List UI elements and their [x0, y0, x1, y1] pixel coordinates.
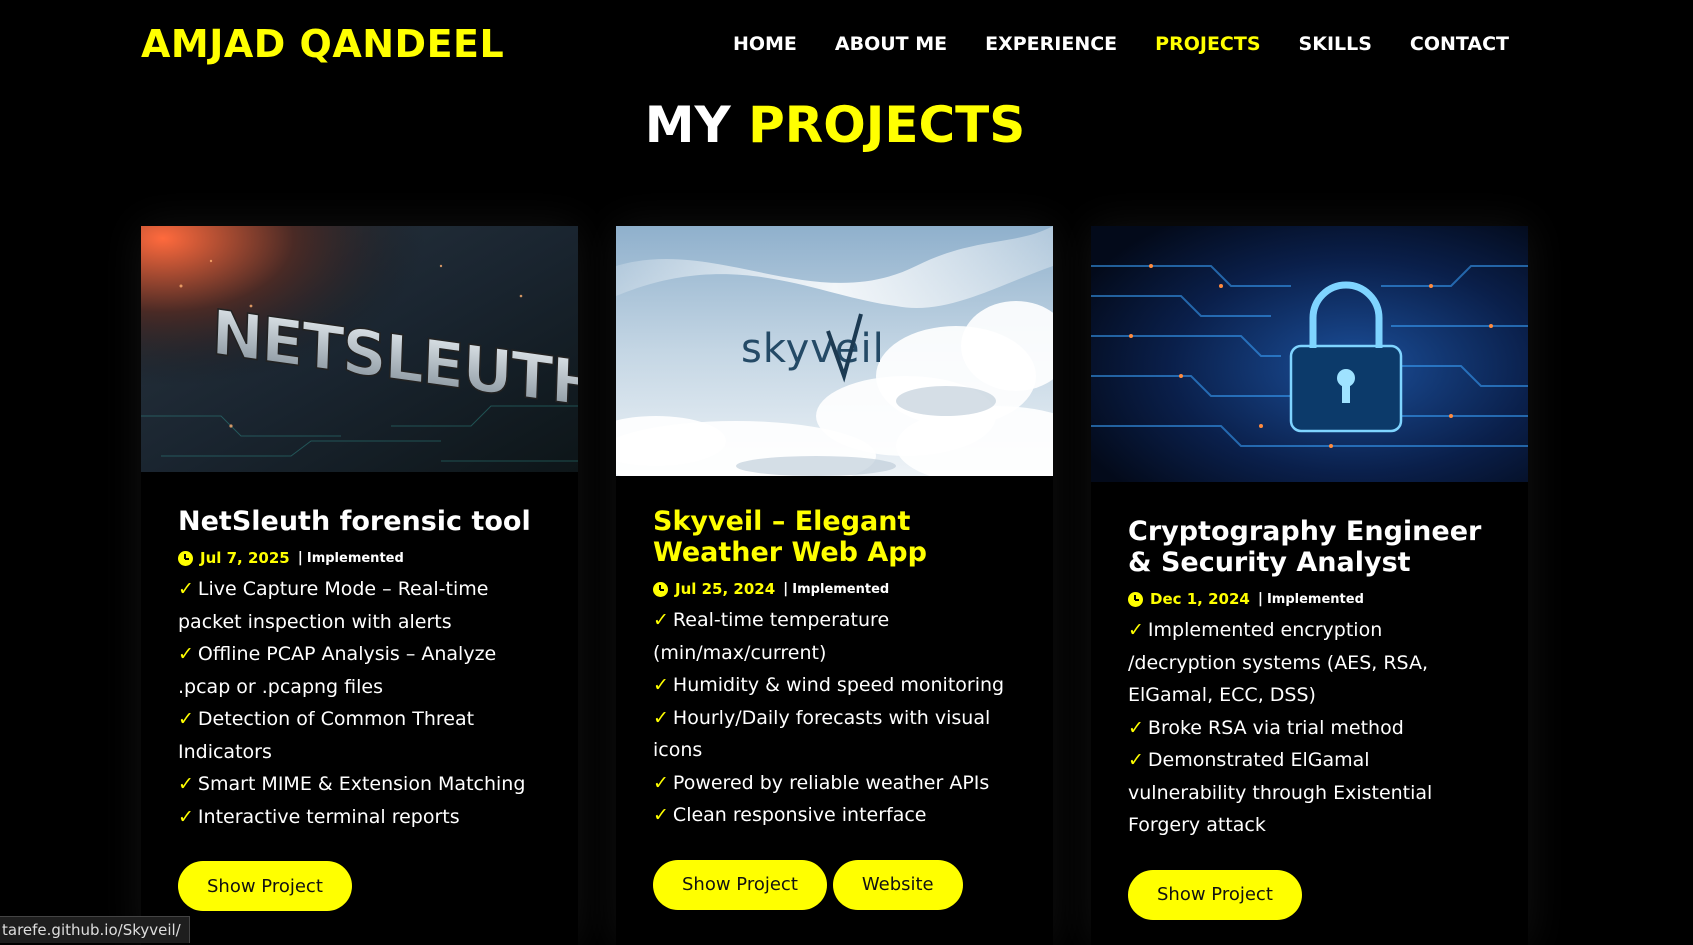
check-icon: ✓ [178, 643, 194, 665]
project-image-skyveil: skyveil [616, 226, 1053, 476]
feature-item: ✓ Broke RSA via trial method [1128, 716, 1404, 739]
show-project-button[interactable]: Show Project [1128, 869, 1302, 920]
main-nav: HOME ABOUT ME EXPERIENCE PROJECTS SKILLS… [733, 33, 1509, 55]
clock-icon [1128, 591, 1143, 607]
feature-item: ✓ Live Capture Mode – Real-time packet in… [178, 578, 489, 633]
project-title: Cryptography Engineer & Security Analyst [1128, 516, 1482, 578]
project-card-skyveil: skyveil Skyveil – Elegant Weather Web Ap… [616, 226, 1053, 945]
check-icon: ✓ [178, 773, 194, 795]
project-date: Dec 1, 2024 [1150, 590, 1250, 608]
project-image-netsleuth: NETSLEUTH [141, 226, 578, 472]
project-title: Skyveil – Elegant Weather Web App [653, 506, 927, 568]
nav-about-me[interactable]: ABOUT ME [835, 33, 947, 55]
feature-list: ✓ Real-time temperature (min/max/current)… [653, 604, 1016, 832]
site-logo[interactable]: AMJAD QANDEEL [141, 22, 504, 66]
project-card-cryptography: Cryptography Engineer & Security Analyst… [1091, 226, 1528, 945]
project-status: Implemented [306, 550, 404, 566]
skyveil-logo-text: skyveil [741, 326, 885, 372]
nav-projects[interactable]: PROJECTS [1155, 33, 1260, 55]
feature-item: ✓ Humidity & wind speed monitoring [653, 674, 1005, 696]
show-project-button[interactable]: Show Project [178, 861, 352, 911]
website-button[interactable]: Website [832, 859, 963, 910]
check-icon: ✓ [178, 708, 194, 730]
project-body-netsleuth: NetSleuth forensic tool Jul 7, 2025 | Im… [141, 472, 578, 911]
nav-contact[interactable]: CONTACT [1410, 33, 1509, 55]
project-buttons: Show Project Website [653, 859, 1016, 910]
feature-item: ✓ Interactive terminal reports [178, 805, 460, 828]
project-buttons: Show Project [1128, 869, 1491, 920]
clock-icon [178, 550, 193, 566]
project-date: Jul 7, 2025 [200, 549, 290, 567]
feature-item: ✓ Smart MIME & Extension Matching [178, 773, 526, 795]
feature-item: ✓ Hourly/Daily forecasts with visual icon… [653, 706, 991, 762]
meta-separator: | [1257, 591, 1263, 607]
show-project-button[interactable]: Show Project [653, 859, 827, 910]
feature-list: ✓ Implemented encryption /decryption syst… [1128, 614, 1491, 842]
meta-separator: | [783, 581, 789, 597]
site-header: AMJAD QANDEEL HOME ABOUT ME EXPERIENCE P… [0, 0, 1693, 90]
project-meta: Dec 1, 2024 | Implemented [1128, 590, 1491, 608]
feature-list: ✓ Live Capture Mode – Real-time packet in… [178, 573, 541, 833]
feature-item: ✓ Demonstrated ElGamal vulnerability thro… [1128, 749, 1433, 836]
section-title-plain: MY [644, 96, 731, 154]
check-icon: ✓ [1128, 716, 1144, 739]
project-card-netsleuth: NETSLEUTH NetSleuth forensic tool Jul 7,… [141, 226, 578, 945]
check-icon: ✓ [653, 609, 669, 631]
section-title: MY PROJECTS [0, 96, 1670, 154]
project-status: Implemented [1266, 591, 1364, 607]
check-icon: ✓ [653, 804, 669, 826]
check-icon: ✓ [178, 578, 194, 600]
meta-separator: | [297, 550, 303, 566]
clock-icon [653, 581, 668, 597]
project-buttons: Show Project [178, 861, 541, 911]
feature-item: ✓ Powered by reliable weather APIs [653, 771, 990, 794]
check-icon: ✓ [1128, 619, 1144, 641]
feature-item: ✓ Implemented encryption /decryption syst… [1128, 619, 1428, 706]
project-body-cryptography: Cryptography Engineer & Security Analyst… [1091, 482, 1528, 920]
nav-skills[interactable]: SKILLS [1299, 33, 1372, 55]
feature-item: ✓ Offline PCAP Analysis – Analyze .pcap o… [178, 643, 497, 698]
nav-experience[interactable]: EXPERIENCE [985, 33, 1117, 55]
check-icon: ✓ [178, 805, 194, 828]
feature-item: ✓ Real-time temperature (min/max/current) [653, 609, 890, 664]
feature-item: ✓ Clean responsive interface [653, 804, 927, 826]
project-body-skyveil: Skyveil – Elegant Weather Web App Jul 25… [616, 476, 1053, 910]
feature-item: ✓ Detection of Common Threat Indicators [178, 708, 475, 763]
project-date: Jul 25, 2024 [675, 580, 776, 598]
status-bar-url: tarefe.github.io/Skyveil/ [0, 916, 190, 943]
project-meta: Jul 25, 2024 | Implemented [653, 580, 1016, 598]
nav-home[interactable]: HOME [733, 33, 797, 55]
check-icon: ✓ [653, 674, 669, 696]
check-icon: ✓ [653, 706, 669, 729]
check-icon: ✓ [1128, 749, 1144, 771]
check-icon: ✓ [653, 771, 669, 794]
project-meta: Jul 7, 2025 | Implemented [178, 549, 541, 567]
project-status: Implemented [792, 581, 890, 597]
section-title-accent: PROJECTS [748, 96, 1026, 154]
project-title: NetSleuth forensic tool [178, 506, 531, 537]
project-image-cryptography [1091, 226, 1528, 482]
